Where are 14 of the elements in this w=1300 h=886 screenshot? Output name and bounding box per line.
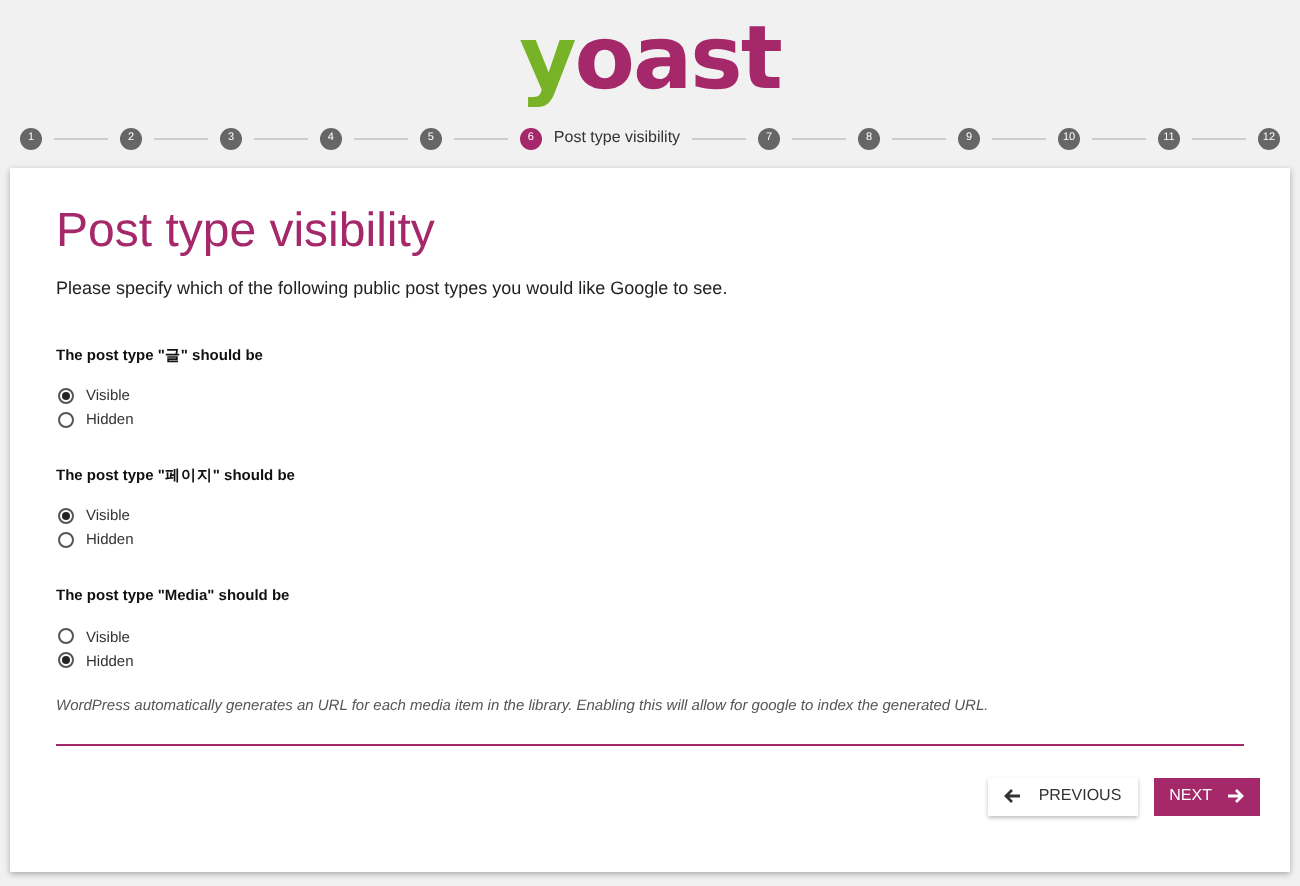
radio-button[interactable] <box>58 387 74 404</box>
intro-text: Please specify which of the following public post types you would like Google to see. <box>56 276 730 302</box>
radio-button[interactable] <box>58 628 74 645</box>
radio-button[interactable] <box>58 652 74 669</box>
yoast-logo: yoast <box>519 12 781 108</box>
previous-button[interactable]: PREVIOUS <box>988 777 1138 815</box>
next-button[interactable]: NEXT <box>1153 777 1260 815</box>
radio-button[interactable] <box>58 411 74 428</box>
radio-button[interactable] <box>58 532 74 548</box>
page-heading: Post type visibility <box>56 202 437 262</box>
radio-button[interactable] <box>58 508 74 524</box>
arrow-left-icon <box>1004 788 1023 804</box>
arrow-right-icon <box>1226 788 1244 804</box>
step-title: Post type visibility <box>553 126 681 150</box>
